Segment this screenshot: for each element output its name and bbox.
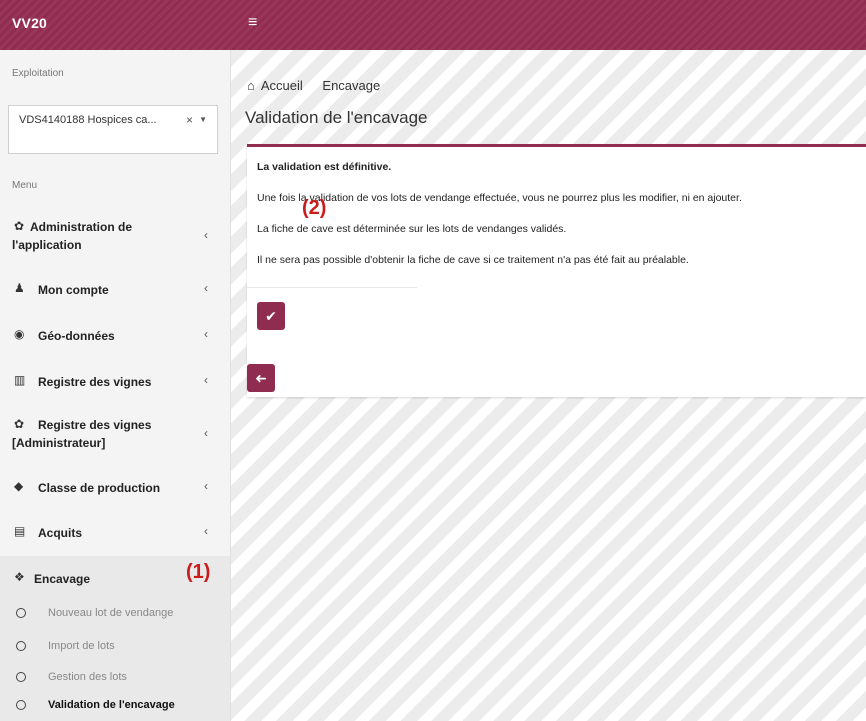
file-icon: ▤ (14, 524, 26, 538)
validate-button[interactable]: ✔ (257, 302, 285, 330)
subitem-label: Validation de l'encavage (48, 699, 175, 711)
panel-line-1: La validation est définitive. (257, 161, 392, 173)
check-icon: ✔ (265, 308, 277, 324)
panel-line-3: La fiche de cave est déterminée sur les … (257, 223, 567, 235)
sidebar-item-label-line2: l'application (12, 238, 82, 252)
subitem-validation-encavage[interactable]: Validation de l'encavage (0, 696, 230, 718)
page-title: Validation de l'encavage (245, 108, 428, 127)
breadcrumb-current: Encavage (322, 78, 381, 93)
breadcrumb: ⌂ Accueil Encavage (247, 78, 380, 93)
sidebar-item-label: Administration de (30, 220, 133, 234)
gear-icon: ✿ (14, 417, 25, 431)
exploitation-select-dropdown-edge (8, 134, 218, 154)
sidebar-item-label: Encavage (34, 572, 91, 586)
sidebar-item-label: Acquits (38, 526, 83, 540)
sidebar-item-registre-vignes-admin[interactable]: ✿ Registre des vignes [Administrateur] ‹ (0, 416, 230, 460)
sidebar-item-label: Registre des vignes (38, 418, 152, 432)
sidebar-item-registre-vignes[interactable]: ▥ Registre des vignes ‹ (0, 373, 230, 393)
sidebar-item-label: Géo-données (38, 329, 115, 343)
callout-1: (1) (186, 561, 211, 583)
sidebar-item-geo-donnees[interactable]: ◉ Géo-données ‹ (0, 327, 230, 347)
chevron-left-icon: ‹ (204, 524, 208, 538)
top-navbar: VV20 ≡ (0, 0, 866, 50)
panel-line-4: Il ne sera pas possible d'obtenir la fic… (257, 254, 689, 266)
sidebar-item-acquits[interactable]: ▤ Acquits ‹ (0, 524, 230, 544)
exploitation-label: Exploitation (12, 68, 64, 79)
clear-icon[interactable]: × (186, 113, 193, 127)
panel-divider (247, 287, 417, 288)
circle-icon (16, 700, 26, 710)
callout-2: (2) (302, 197, 327, 219)
sidebar-item-label: Mon compte (38, 283, 109, 297)
hamburger-icon[interactable]: ≡ (248, 15, 257, 31)
chevron-left-icon: ‹ (204, 426, 208, 440)
chevron-left-icon: ‹ (204, 281, 208, 295)
caret-down-icon[interactable]: ▼ (199, 115, 207, 124)
user-icon: ♟ (14, 281, 25, 295)
sidebar-item-label: Classe de production (38, 481, 161, 495)
globe-icon: ◉ (14, 327, 25, 341)
exploitation-select-value: VDS4140188 Hospices ca... (19, 114, 157, 126)
subitem-nouveau-lot[interactable]: Nouveau lot de vendange (0, 604, 230, 626)
back-button[interactable]: ➜ (247, 364, 275, 392)
gear-icon: ✿ (14, 219, 25, 233)
chevron-left-icon: ‹ (204, 228, 208, 242)
sidebar-item-mon-compte[interactable]: ♟ Mon compte ‹ (0, 281, 230, 301)
circle-icon (16, 672, 26, 682)
validation-panel: La validation est définitive. Une fois l… (247, 144, 866, 397)
breadcrumb-home-link[interactable]: Accueil (261, 78, 303, 93)
breadcrumb-separator (311, 78, 315, 93)
arrow-left-icon: ➜ (255, 370, 267, 386)
subitem-import-lots[interactable]: Import de lots (0, 637, 230, 659)
sidebar-item-label: Registre des vignes (38, 375, 152, 389)
chevron-left-icon: ‹ (204, 327, 208, 341)
sidebar-item-administration[interactable]: ✿ Administration de l'application ‹ (0, 218, 230, 262)
chevron-left-icon: ‹ (204, 373, 208, 387)
circle-icon (16, 641, 26, 651)
subitem-gestion-lots[interactable]: Gestion des lots (0, 668, 230, 690)
map-icon: ▥ (14, 373, 26, 387)
subitem-label: Nouveau lot de vendange (48, 607, 174, 619)
chevron-left-icon: ‹ (204, 479, 208, 493)
sidebar-item-label-line2: [Administrateur] (12, 436, 106, 450)
home-icon: ⌂ (247, 78, 255, 93)
circle-icon (16, 608, 26, 618)
sidebar-item-classe-production[interactable]: ◆ Classe de production ‹ (0, 479, 230, 499)
app-brand[interactable]: VV20 (12, 15, 47, 31)
cubes-icon: ❖ (14, 570, 25, 584)
main-content: ⌂ Accueil Encavage Validation de l'encava… (231, 50, 866, 721)
menu-label: Menu (12, 180, 38, 191)
subitem-label: Gestion des lots (48, 671, 127, 683)
panel-line-2: Une fois la validation de vos lots de ve… (257, 192, 742, 204)
tag-icon: ◆ (14, 479, 24, 493)
subitem-label: Import de lots (48, 640, 115, 652)
exploitation-select[interactable]: VDS4140188 Hospices ca... × ▼ (8, 105, 218, 135)
